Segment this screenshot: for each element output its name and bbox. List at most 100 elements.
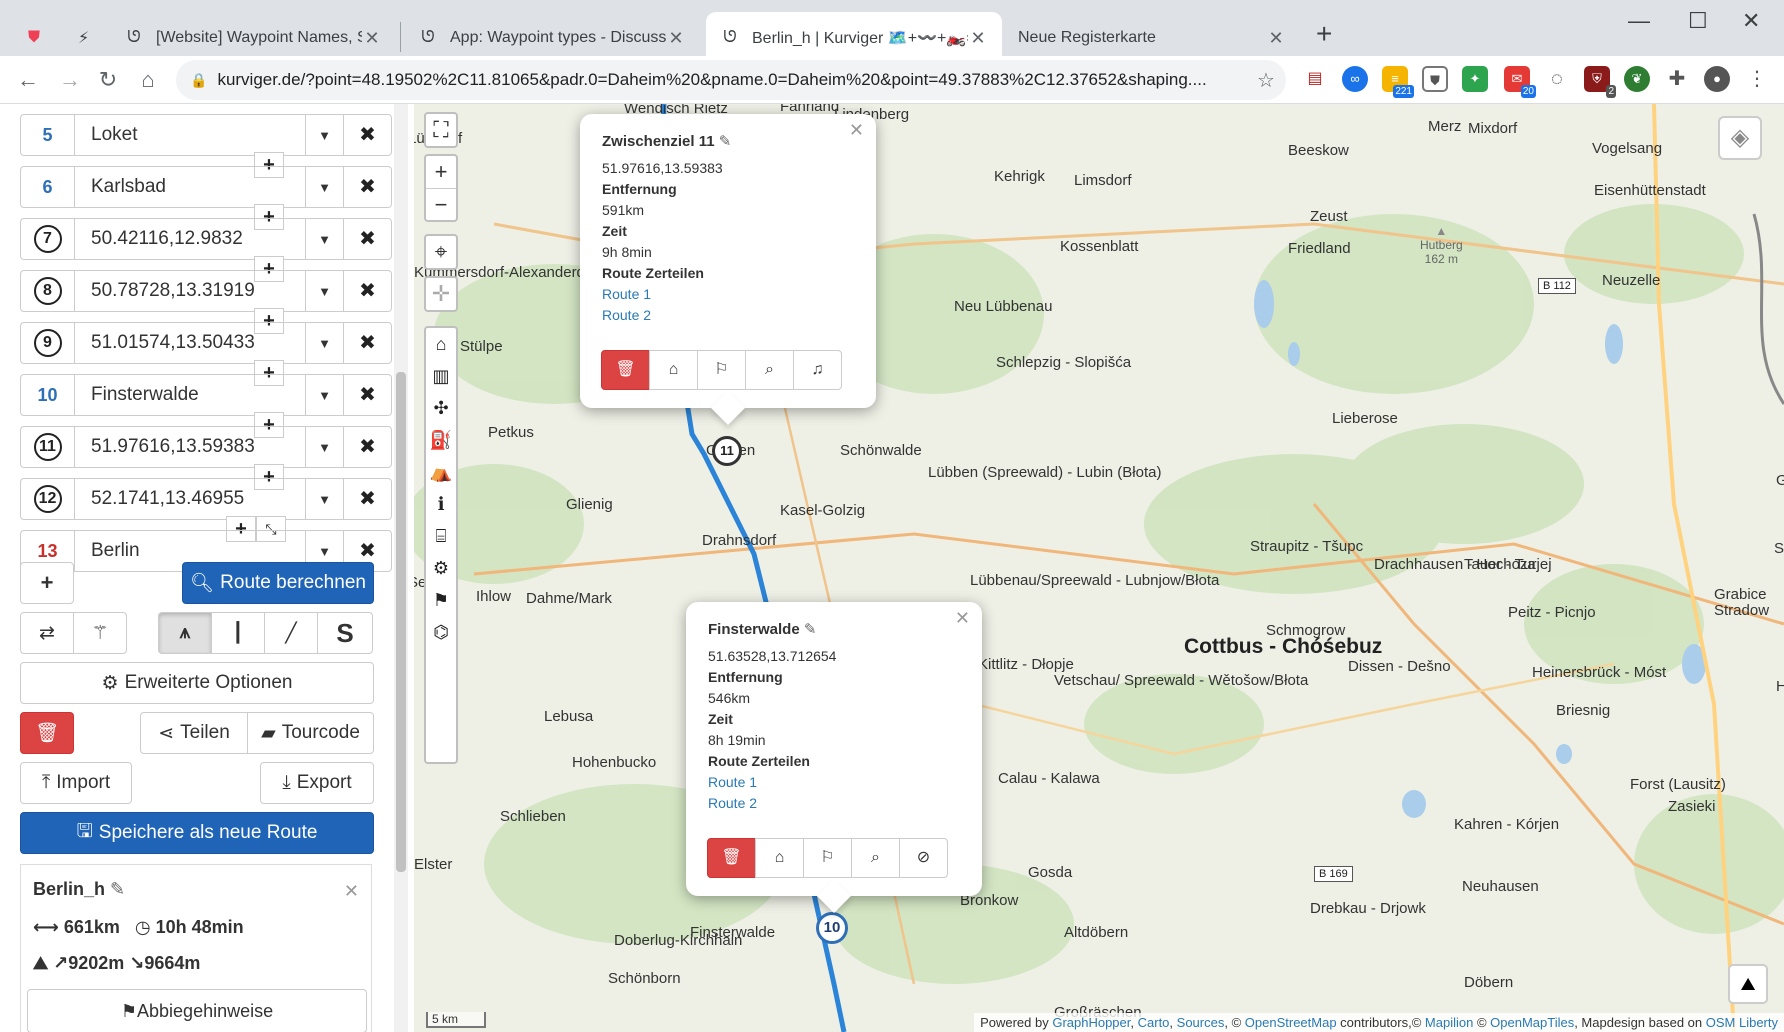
waypoint-number[interactable]: 9 <box>20 322 74 364</box>
waypoint-marker-10[interactable]: 10 <box>816 912 848 944</box>
chevron-down-icon[interactable]: ▼ <box>306 218 344 260</box>
waypoint-input[interactable]: 52.1741,13.46955 <box>74 478 306 520</box>
star-icon[interactable]: ☆ <box>1246 68 1286 93</box>
waypoint-number[interactable]: 10 <box>20 374 74 416</box>
search-icon[interactable]: ⌕ <box>851 838 900 878</box>
attribution-link[interactable]: OpenStreetMap <box>1245 1015 1337 1030</box>
link-extension-icon[interactable]: ∞ <box>1342 66 1368 92</box>
close-icon[interactable]: ✕ <box>968 28 988 49</box>
close-icon[interactable]: ✕ <box>362 28 382 49</box>
gps-icon[interactable]: ✛ <box>426 278 456 310</box>
waypoint-number[interactable]: 11 <box>20 426 74 468</box>
close-icon[interactable]: ✕ <box>955 608 970 629</box>
leaf-extension-icon[interactable]: ❦ <box>1624 66 1650 92</box>
reload-icon[interactable]: ↻ <box>90 62 126 98</box>
waypoint-input[interactable]: Karlsbad <box>74 166 306 208</box>
home-icon[interactable]: ⌂ <box>755 838 804 878</box>
gps-control[interactable]: ✛ <box>424 276 458 312</box>
waypoint-input[interactable]: 50.78728,13.31919 <box>74 270 306 312</box>
waypoint-input[interactable]: Loket <box>74 114 306 156</box>
remove-waypoint-icon[interactable]: ✖ <box>344 114 392 156</box>
new-tab-icon[interactable]: + <box>1316 18 1332 50</box>
import-button[interactable]: ⤒ Import <box>20 762 132 804</box>
route-type-straight-button[interactable]: ┃ <box>211 612 265 654</box>
edit-icon[interactable]: ✎ <box>110 879 125 899</box>
split-route-1-link[interactable]: Route 1 <box>708 772 960 793</box>
forward-icon[interactable]: → <box>52 62 88 98</box>
fuel-icon[interactable]: ⛽ <box>426 424 456 456</box>
flag-icon[interactable]: ⚐ <box>803 838 852 878</box>
mail-extension-icon[interactable]: ✉ 20 <box>1504 66 1536 98</box>
chevron-down-icon[interactable]: ▼ <box>306 478 344 520</box>
route-type-winding-button[interactable]: S <box>317 612 373 654</box>
attribution-link[interactable]: GraphHopper <box>1052 1015 1130 1030</box>
flag-icon[interactable]: ⚑ <box>426 584 456 616</box>
attribution-link[interactable]: Carto <box>1138 1015 1170 1030</box>
magic-wand-button[interactable]: ⚚ <box>73 612 127 654</box>
remove-waypoint-icon[interactable]: ✖ <box>344 166 392 208</box>
chevron-down-icon[interactable]: ▼ <box>306 270 344 312</box>
remove-waypoint-icon[interactable]: ✖ <box>344 426 392 468</box>
trash-icon[interactable]: 🗑︎ <box>707 838 756 878</box>
close-icon[interactable]: ✕ <box>1266 28 1286 49</box>
binoculars-icon[interactable]: ⌬ <box>426 616 456 648</box>
remove-waypoint-icon[interactable]: ✖ <box>344 270 392 312</box>
advanced-options-button[interactable]: ⚙ Erweiterte Optionen <box>20 662 374 704</box>
waypoint-number[interactable]: 12 <box>20 478 74 520</box>
save-new-route-button[interactable]: 🖫 Speichere als neue Route <box>20 812 374 854</box>
minimize-icon[interactable]: — <box>1628 8 1650 34</box>
trash-icon[interactable]: 🗑︎ <box>601 350 650 390</box>
edit-icon[interactable]: ✎ <box>804 621 817 638</box>
chevron-down-icon[interactable]: ▼ <box>306 322 344 364</box>
search-icon[interactable]: ⌕ <box>745 350 794 390</box>
route-type-curvy-button[interactable]: ⩚ <box>158 612 212 654</box>
evernote-extension-icon[interactable]: ✦ <box>1462 66 1488 92</box>
waypoint-input[interactable]: 50.42116,12.9832 <box>74 218 306 260</box>
bell-slash-icon[interactable]: ⊘ <box>899 838 948 878</box>
reverse-route-button[interactable]: ⇄ <box>20 612 74 654</box>
split-route-1-link[interactable]: Route 1 <box>602 284 854 305</box>
tourcode-button[interactable]: ▰ Tourcode <box>247 712 374 754</box>
share-button[interactable]: ⋖ Teilen <box>140 712 248 754</box>
close-icon[interactable]: ✕ <box>666 28 686 49</box>
crosshair-icon[interactable]: ⌖ <box>426 236 456 268</box>
turn-instructions-button[interactable]: ⚑ Abbiegehinweise <box>27 989 367 1032</box>
chevron-down-icon[interactable]: ▼ <box>306 114 344 156</box>
attribution-link[interactable]: Mapilion <box>1425 1015 1473 1030</box>
map-icon[interactable]: ▥ <box>426 360 456 392</box>
export-button[interactable]: ⤓ Export <box>260 762 374 804</box>
split-route-2-link[interactable]: Route 2 <box>602 305 854 326</box>
waypoint-number[interactable]: 7 <box>20 218 74 260</box>
chevron-down-icon[interactable]: ▼ <box>306 166 344 208</box>
chevron-down-icon[interactable]: ▼ <box>306 426 344 468</box>
delete-route-button[interactable]: 🗑︎ <box>20 712 74 754</box>
waypoint-number[interactable]: 6 <box>20 166 74 208</box>
waypoint-input[interactable]: Finsterwalde <box>74 374 306 416</box>
route-type-diagonal-button[interactable]: ╱ <box>264 612 318 654</box>
edit-icon[interactable]: ✎ <box>719 133 732 150</box>
chevron-down-icon[interactable]: ▼ <box>306 374 344 416</box>
close-icon[interactable]: ✕ <box>849 120 864 141</box>
zoom-out-icon[interactable]: − <box>426 188 456 220</box>
waypoint-number[interactable]: 8 <box>20 270 74 312</box>
home-icon[interactable]: ⌂ <box>649 350 698 390</box>
flag-extension-icon[interactable]: ▤ <box>1302 66 1328 92</box>
layers-icon[interactable]: ◈ <box>1718 116 1762 160</box>
pocket-extension-icon[interactable]: ⛊ <box>1422 66 1448 92</box>
back-icon[interactable]: ← <box>10 62 46 98</box>
circle-extension-icon[interactable]: ◌ <box>1544 66 1570 92</box>
attribution-link[interactable]: OSM Liberty <box>1706 1015 1778 1030</box>
fullscreen-control[interactable]: ⛶ <box>424 112 458 148</box>
cog-icon[interactable]: ⚙ <box>426 552 456 584</box>
split-route-2-link[interactable]: Route 2 <box>708 793 960 814</box>
remove-waypoint-icon[interactable]: ✖ <box>344 322 392 364</box>
remove-waypoint-icon[interactable]: ✖ <box>344 374 392 416</box>
profile-icon[interactable]: ● <box>1704 66 1730 92</box>
attribution-link[interactable]: OpenMapTiles <box>1490 1015 1574 1030</box>
museum-icon[interactable]: ⌸ <box>426 520 456 552</box>
close-icon[interactable]: ✕ <box>344 881 359 902</box>
home-icon[interactable]: ⌂ <box>130 62 166 98</box>
zoom-in-icon[interactable]: + <box>426 156 456 188</box>
window-close-icon[interactable]: ✕ <box>1742 8 1760 34</box>
remove-waypoint-icon[interactable]: ✖ <box>344 478 392 520</box>
